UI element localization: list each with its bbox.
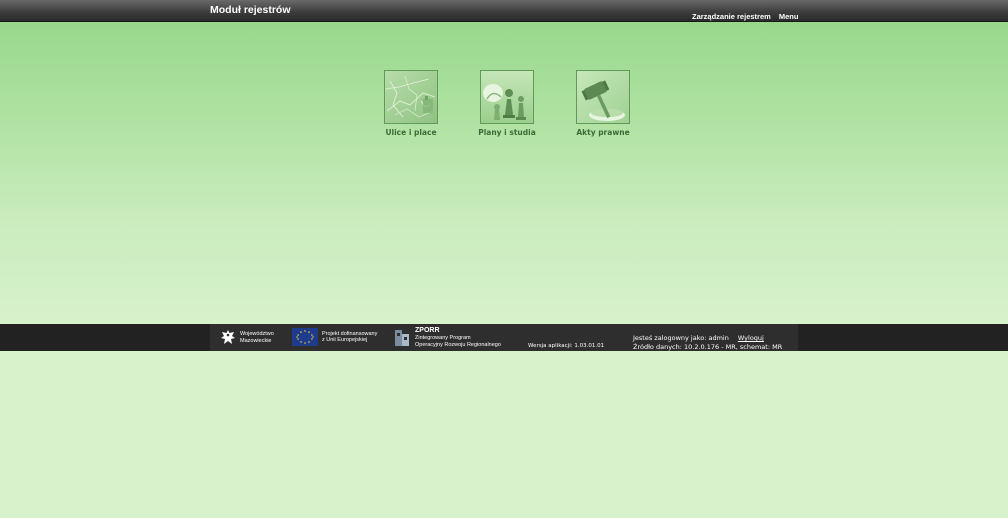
- app-title: Moduł rejestrów: [210, 4, 291, 16]
- tile-plans-label[interactable]: Plany i studia: [472, 128, 542, 137]
- zporr-title: ZPORR: [415, 327, 440, 334]
- zporr-line-1: Zintegrowany Program: [415, 335, 471, 341]
- eu-line-2: z Unii Europejskiej: [322, 337, 368, 343]
- eu-flag-icon: [292, 328, 318, 346]
- logged-in-text: Jesteś zalogowny jako: admin: [633, 334, 729, 342]
- top-bar: Moduł rejestrów Zarządzanie rejestrem Me…: [0, 0, 1008, 22]
- eu-line-1: Projekt dofinansowany: [322, 330, 378, 337]
- nav-manage-register-link[interactable]: Zarządzanie rejestrem: [692, 12, 771, 21]
- eu-logo: Projekt dofinansowany z Unii Europejskie…: [292, 328, 377, 346]
- app-version: Wersja aplikacji: 1.03.01.01: [528, 343, 605, 349]
- footer: Województwo Mazowieckie Projekt dofinans…: [0, 324, 1008, 351]
- tile-plans[interactable]: Plany i studia: [472, 70, 542, 137]
- eagle-icon: [220, 328, 236, 347]
- logout-link[interactable]: Wyloguj: [738, 334, 764, 342]
- footer-inner: Województwo Mazowieckie Projekt dofinans…: [210, 324, 798, 351]
- chess-pieces-icon[interactable]: [480, 70, 534, 124]
- top-nav: Zarządzanie rejestrem Menu: [692, 12, 804, 21]
- tile-legal-acts-label[interactable]: Akty prawne: [568, 128, 638, 137]
- user-info: Jesteś zalogowny jako: admin Wyloguj Źród…: [633, 334, 782, 352]
- main-content: Ulice i place Plany i studia Akty prawne: [0, 22, 1008, 324]
- mazowsze-line-1: Województwo: [240, 331, 274, 337]
- zporr-logo: ZPORR Zintegrowany Program Operacyjny Ro…: [393, 327, 501, 348]
- tile-streets-label[interactable]: Ulice i place: [376, 128, 446, 137]
- nav-menu-link[interactable]: Menu: [779, 12, 799, 21]
- zporr-emblem-icon: [393, 327, 411, 348]
- mazowsze-line-2: Mazowieckie: [240, 337, 272, 344]
- tile-legal-acts[interactable]: Akty prawne: [568, 70, 638, 137]
- mazowsze-logo: Województwo Mazowieckie: [220, 328, 274, 347]
- map-streets-icon[interactable]: [384, 70, 438, 124]
- tile-streets[interactable]: Ulice i place: [376, 70, 446, 137]
- gavel-icon[interactable]: [576, 70, 630, 124]
- zporr-line-2: Operacyjny Rozwoju Regionalnego: [415, 341, 501, 348]
- data-source-text: Źródło danych: 10.2.0.176 - MR, schemat:…: [633, 343, 783, 351]
